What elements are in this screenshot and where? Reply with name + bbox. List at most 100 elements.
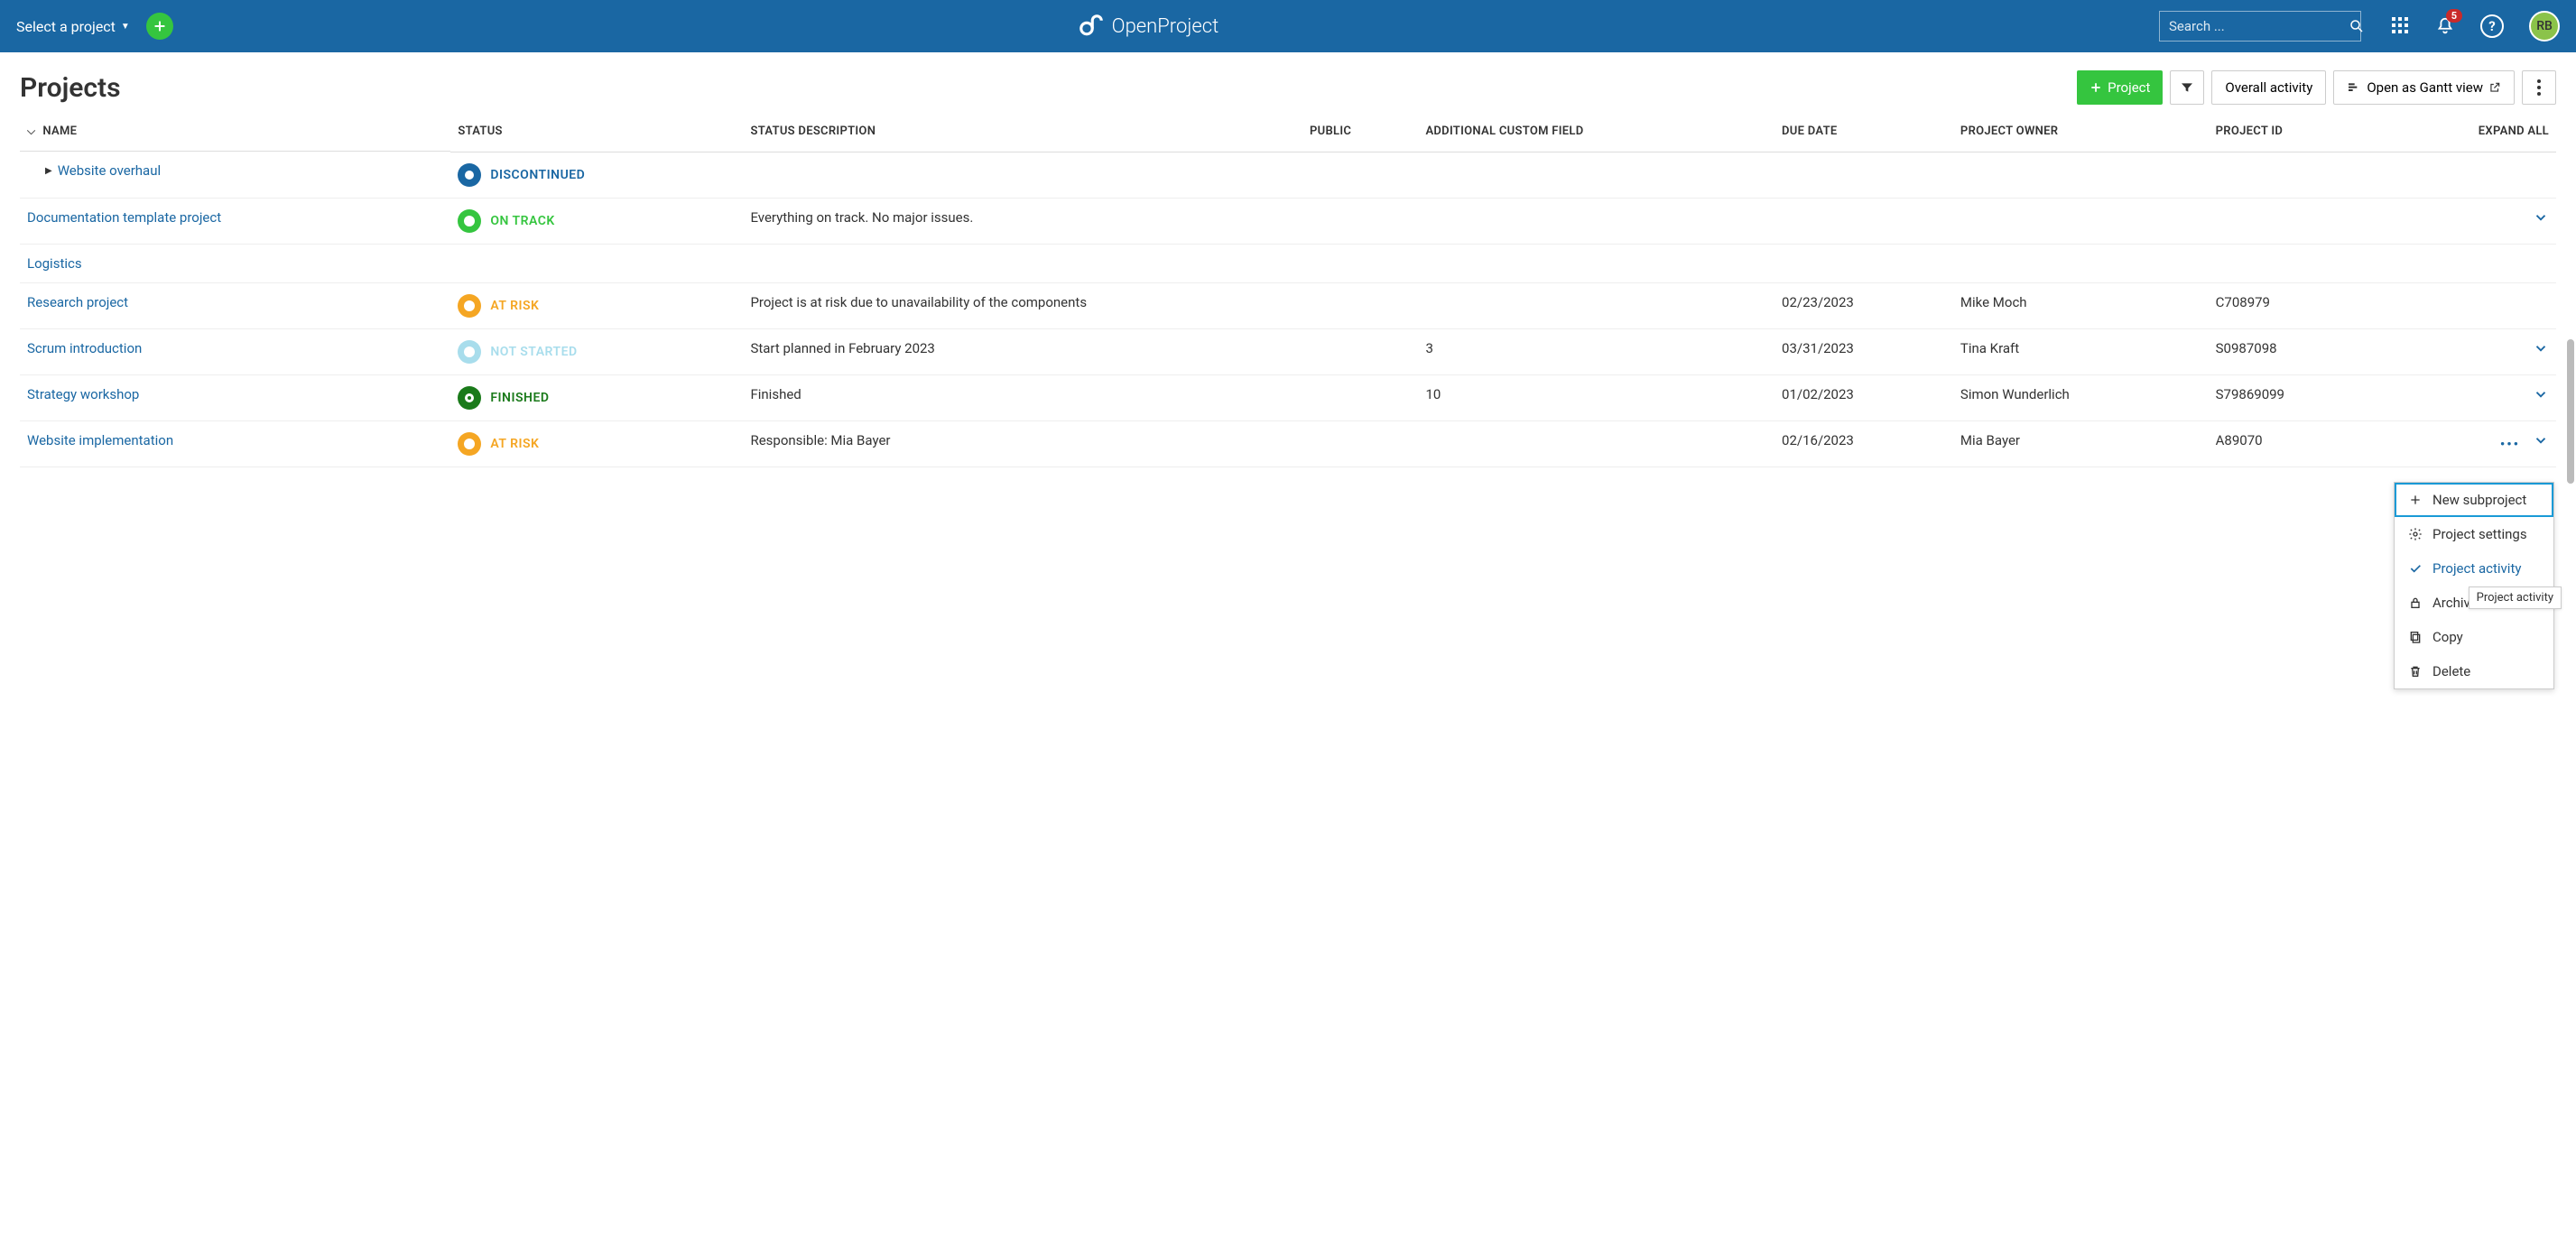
col-name[interactable]: ⌵NAME (20, 114, 450, 152)
table-row: Strategy workshopFINISHEDFinished1001/02… (20, 374, 2556, 420)
status-label: ON TRACK (490, 214, 554, 228)
check-icon (2407, 561, 2423, 576)
table-row: Website implementation AT RISK Responsible… (20, 420, 2556, 466)
status-description: Start planned in February 2023 (743, 328, 1302, 374)
project-link[interactable]: Documentation template project (27, 209, 221, 226)
project-link[interactable]: Research project (27, 294, 128, 310)
status-badge: AT RISK (458, 432, 736, 456)
filter-icon (2180, 80, 2194, 95)
chevron-down-icon[interactable] (2533, 209, 2549, 226)
table-row: Logistics (20, 244, 2556, 282)
new-project-button[interactable]: Project (2077, 70, 2163, 105)
status-dot-icon (458, 163, 481, 187)
chevron-down-icon[interactable] (2533, 432, 2549, 448)
page-title: Projects (20, 72, 121, 104)
project-selector-label: Select a project (16, 18, 116, 35)
project-selector[interactable]: Select a project ▼ (16, 18, 130, 35)
caret-down-icon: ▼ (121, 22, 130, 32)
due-date (1774, 244, 1953, 282)
projects-table-wrap: ⌵NAME STATUS STATUS DESCRIPTION PUBLIC A… (0, 114, 2576, 467)
col-status[interactable]: STATUS (450, 114, 743, 152)
project-id (2209, 198, 2381, 244)
project-link[interactable]: Website implementation (27, 432, 173, 448)
filter-button[interactable] (2170, 70, 2204, 105)
status-description: Finished (743, 374, 1302, 420)
project-owner: Tina Kraft (1953, 328, 2209, 374)
chevron-down-icon[interactable] (2533, 340, 2549, 356)
custom-field-value (1418, 198, 1774, 244)
status-label: AT RISK (490, 437, 539, 451)
menu-delete[interactable]: Delete (2395, 654, 2553, 688)
project-owner (1953, 152, 2209, 198)
col-status-desc[interactable]: STATUS DESCRIPTION (743, 114, 1302, 152)
page-toolbar: Projects Project Overall activity Open a… (0, 52, 2576, 114)
due-date: 01/02/2023 (1774, 374, 1953, 420)
status-label: NOT STARTED (490, 345, 577, 359)
menu-copy[interactable]: Copy (2395, 620, 2553, 654)
lock-icon (2407, 596, 2423, 610)
project-link[interactable]: Scrum introduction (27, 340, 142, 356)
status-dot-icon (458, 432, 481, 456)
plus-icon (2407, 493, 2423, 507)
status-dot-icon (458, 340, 481, 364)
status-description (743, 244, 1302, 282)
menu-project-activity[interactable]: Project activity (2395, 551, 2553, 586)
custom-field-value (1418, 282, 1774, 328)
project-link[interactable]: Logistics (27, 255, 82, 272)
col-public[interactable]: PUBLIC (1302, 114, 1418, 152)
due-date: 03/31/2023 (1774, 328, 1953, 374)
user-avatar[interactable]: RB (2529, 11, 2560, 42)
project-owner (1953, 244, 2209, 282)
status-description: Project is at risk due to unavailability… (743, 282, 1302, 328)
help-button[interactable]: ? (2480, 14, 2504, 38)
custom-field-value (1418, 420, 1774, 466)
gantt-view-button[interactable]: Open as Gantt view (2333, 70, 2515, 105)
status-label: DISCONTINUED (490, 168, 585, 182)
overall-activity-button[interactable]: Overall activity (2211, 70, 2326, 105)
plus-icon (153, 19, 167, 33)
hierarchy-icon: ⌵ (27, 125, 35, 138)
status-dot-icon (458, 294, 481, 318)
status-description: Responsible: Mia Bayer (743, 420, 1302, 466)
table-row: ▶ Website overhaul DISCONTINUED (20, 152, 2556, 198)
custom-field-value (1418, 244, 1774, 282)
brand-logo: OpenProject (1078, 13, 1219, 40)
row-actions-button[interactable]: ••• (2500, 436, 2520, 452)
avatar-initials: RB (2536, 19, 2553, 33)
due-date (1774, 152, 1953, 198)
status-description: Everything on track. No major issues. (743, 198, 1302, 244)
status-badge: DISCONTINUED (458, 163, 736, 187)
gantt-icon (2347, 80, 2361, 95)
openproject-icon (1078, 13, 1105, 40)
col-due-date[interactable]: DUE DATE (1774, 114, 1953, 152)
status-label: AT RISK (490, 299, 539, 313)
status-dot-icon (458, 209, 481, 233)
project-link[interactable]: Strategy workshop (27, 386, 139, 402)
col-owner[interactable]: PROJECT OWNER (1953, 114, 2209, 152)
custom-field-value: 3 (1418, 328, 1774, 374)
project-owner: Mike Moch (1953, 282, 2209, 328)
menu-project-settings[interactable]: Project settings (2395, 517, 2553, 551)
notifications-button[interactable]: 5 (2435, 16, 2455, 36)
table-row: Research project AT RISK Project is at ris… (20, 282, 2556, 328)
search-input[interactable] (2169, 18, 2349, 34)
global-search[interactable] (2159, 11, 2361, 42)
col-expand-all[interactable]: EXPAND ALL (2380, 114, 2556, 152)
vertical-scrollbar[interactable] (2567, 339, 2574, 484)
expand-triangle-icon[interactable]: ▶ (45, 166, 52, 176)
copy-icon (2407, 630, 2423, 644)
menu-new-subproject[interactable]: New subproject (2395, 483, 2553, 517)
project-link[interactable]: Website overhaul (58, 162, 161, 179)
due-date: 02/16/2023 (1774, 420, 1953, 466)
row-context-menu: New subproject Project settings Project … (2394, 482, 2554, 689)
top-header: Select a project ▼ OpenProject 5 ? RB (0, 0, 2576, 52)
col-project-id[interactable]: PROJECT ID (2209, 114, 2381, 152)
more-menu-button[interactable] (2522, 70, 2556, 105)
project-id: S0987098 (2209, 328, 2381, 374)
col-custom[interactable]: ADDITIONAL CUSTOM FIELD (1418, 114, 1774, 152)
chevron-down-icon[interactable] (2533, 386, 2549, 402)
global-add-button[interactable] (146, 13, 173, 40)
apps-grid-icon[interactable] (2392, 17, 2410, 35)
project-owner: Mia Bayer (1953, 420, 2209, 466)
status-description (743, 152, 1302, 198)
